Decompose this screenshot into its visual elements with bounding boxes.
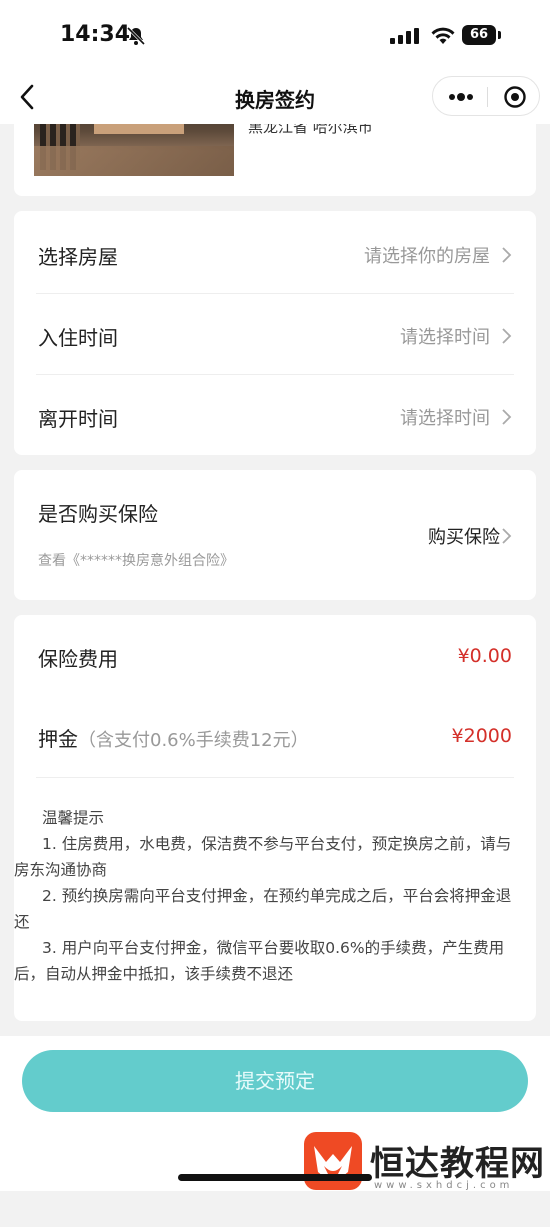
fees-divider <box>36 777 514 778</box>
photo-floor <box>34 146 234 176</box>
row-check-out-time[interactable]: 离开时间 请选择时间 <box>36 375 514 455</box>
row-label: 离开时间 <box>38 407 118 431</box>
buy-insurance-button[interactable]: 购买保险 <box>428 523 500 549</box>
insurance-fee-value: ¥0.00 <box>457 645 512 667</box>
wifi-icon <box>431 27 455 44</box>
cellular-signal-icon <box>390 28 419 44</box>
deposit-fee-hint: （含支付0.6%手续费12元） <box>78 730 309 751</box>
insurance-fee-label: 保险费用 <box>38 647 118 671</box>
status-bar: 14:34 66 <box>0 0 550 70</box>
row-placeholder: 请选择你的房屋 <box>364 246 490 267</box>
chevron-right-icon <box>502 247 512 263</box>
nav-bar: 换房签约 <box>0 70 550 124</box>
row-placeholder: 请选择时间 <box>400 327 490 348</box>
status-time: 14:34 <box>60 22 131 47</box>
deposit-value: ¥2000 <box>451 725 512 747</box>
mini-program-capsule <box>432 76 540 116</box>
fees-card: 保险费用 ¥0.00 押金（含支付0.6%手续费12元） ¥2000 温馨提示 … <box>14 615 536 1021</box>
watermark-fox-logo-icon <box>304 1132 362 1190</box>
row-select-house[interactable]: 选择房屋 请选择你的房屋 <box>36 213 514 293</box>
tips-item: 2. 预约换房需向平台支付押金，在预约单完成之后，平台会将押金退还 <box>14 887 512 931</box>
close-target-icon[interactable] <box>503 85 527 109</box>
booking-form-card: 选择房屋 请选择你的房屋 入住时间 请选择时间 离开时间 请选择时间 <box>14 211 536 455</box>
tips-section: 温馨提示 1. 住房费用，水电费，保洁费不参与平台支付，预定换房之前，请与房东沟… <box>14 805 536 987</box>
row-placeholder: 请选择时间 <box>400 408 490 429</box>
tips-title: 温馨提示 <box>42 809 105 827</box>
listing-card[interactable]: 黑龙江省 哈尔滨市 <box>14 124 536 196</box>
row-label: 选择房屋 <box>38 245 118 269</box>
insurance-card: 是否购买保险 查看《******换房意外组合险》 购买保险 <box>14 470 536 600</box>
deposit-label: 押金 <box>38 727 78 751</box>
battery-indicator: 66 <box>462 25 496 45</box>
row-check-in-time[interactable]: 入住时间 请选择时间 <box>36 294 514 374</box>
insurance-policy-link[interactable]: 查看《******换房意外组合险》 <box>38 550 234 570</box>
home-indicator <box>178 1174 372 1181</box>
watermark-name: 恒达教程网 <box>370 1144 545 1184</box>
battery-tip <box>498 31 501 39</box>
row-label: 入住时间 <box>38 326 118 350</box>
room-photo <box>34 124 234 176</box>
silent-bell-icon <box>126 26 146 46</box>
more-dots-icon[interactable] <box>447 87 475 107</box>
deposit-label-line: 押金（含支付0.6%手续费12元） <box>38 723 309 752</box>
tips-item: 3. 用户向平台支付押金，微信平台要收取0.6%的手续费，产生费用后，自动从押金… <box>14 939 505 983</box>
watermark-url: www.sxhdcj.com <box>374 1180 514 1191</box>
chevron-right-icon <box>502 409 512 425</box>
chevron-right-icon <box>502 328 512 344</box>
tips-item: 1. 住房费用，水电费，保洁费不参与平台支付，预定换房之前，请与房东沟通协商 <box>14 835 512 879</box>
photo-desk <box>94 124 184 134</box>
chevron-right-icon <box>502 528 512 544</box>
insurance-question: 是否购买保险 <box>38 502 158 526</box>
bottom-bar: 提交预定 恒达教程网 www.sxhdcj.com <box>0 1036 550 1191</box>
listing-location: 黑龙江省 哈尔滨市 <box>248 124 373 136</box>
submit-booking-button[interactable]: 提交预定 <box>22 1050 528 1112</box>
capsule-divider <box>487 87 488 107</box>
